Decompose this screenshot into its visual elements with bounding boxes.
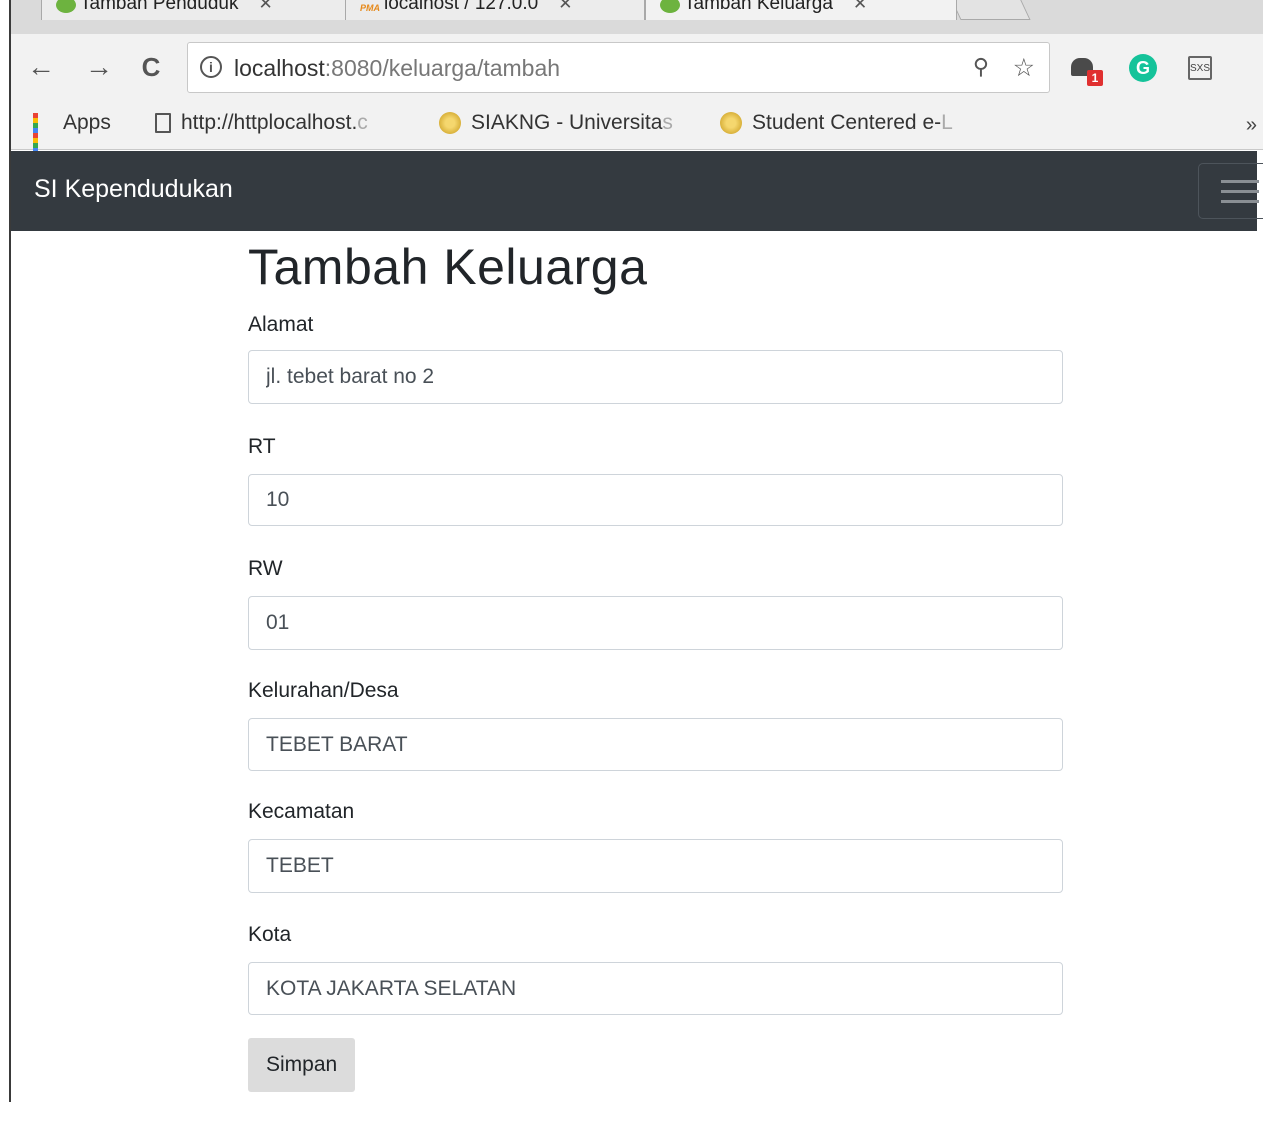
address-bar[interactable]: i localhost:8080/keluarga/tambah ⚲ ☆	[187, 42, 1050, 93]
main-content: Tambah Keluarga Alamat RT RW Kelurahan/D…	[248, 231, 1063, 1092]
university-seal-icon	[439, 112, 461, 134]
star-icon[interactable]: ☆	[1013, 53, 1035, 83]
zoom-icon[interactable]: ⚲	[973, 54, 989, 80]
rw-input[interactable]	[248, 596, 1063, 650]
bookmark-label: Student Centered e-	[752, 111, 942, 134]
kecamatan-label: Kecamatan	[248, 800, 355, 823]
url-host: localhost	[234, 55, 325, 81]
browser-tab-strip: Tambah Penduduk ✕ PMA localhost / 127.0.…	[11, 0, 1263, 34]
browser-tab-tambah-penduduk[interactable]: Tambah Penduduk ✕	[41, 0, 359, 20]
form-group-kota: Kota	[248, 922, 1063, 1015]
navbar-brand[interactable]: SI Kependudukan	[34, 175, 233, 204]
bookmark-label-fade: L	[941, 111, 953, 134]
tab-close-icon[interactable]: ✕	[853, 0, 867, 14]
rw-label: RW	[248, 557, 283, 580]
app-navbar: SI Kependudukan	[11, 151, 1263, 231]
bookmark-scele[interactable]: Student Centered e- L	[720, 111, 953, 135]
tab-title: Tambah Penduduk	[80, 0, 239, 14]
browser-tab-tambah-keluarga[interactable]: Tambah Keluarga ✕	[645, 0, 957, 20]
bookmarks-overflow-icon[interactable]: »	[1246, 114, 1257, 137]
page-icon	[155, 113, 171, 133]
phpmyadmin-icon: PMA	[360, 3, 380, 13]
bookmark-siakng[interactable]: SIAKNG - Universita s	[439, 111, 673, 135]
kelurahan-label: Kelurahan/Desa	[248, 679, 399, 702]
bookmark-label: SIAKNG - Universita	[471, 111, 663, 134]
hamburger-icon	[1221, 180, 1259, 183]
kecamatan-input[interactable]	[248, 839, 1063, 893]
rt-label: RT	[248, 435, 276, 458]
hamburger-icon-bar	[1221, 200, 1259, 203]
bookmark-label: http://httplocalhost.	[181, 111, 358, 134]
bookmark-label-fade: s	[662, 111, 673, 134]
form-group-alamat: Alamat	[248, 312, 1063, 404]
university-seal-icon	[720, 112, 742, 134]
extension-badge: 1	[1087, 70, 1103, 86]
form-group-kecamatan: Kecamatan	[248, 799, 1063, 893]
rt-input[interactable]	[248, 474, 1063, 526]
back-arrow-icon[interactable]: ←	[23, 51, 59, 83]
spring-leaf-icon	[56, 0, 76, 13]
new-tab-button[interactable]	[949, 0, 1031, 20]
tab-close-icon[interactable]: ✕	[258, 0, 272, 14]
grammarly-extension-icon[interactable]: G	[1129, 54, 1157, 82]
ghostery-extension-icon[interactable]: 1	[1069, 54, 1103, 86]
alamat-input[interactable]	[248, 350, 1063, 404]
bookmark-apps[interactable]: Apps	[33, 111, 111, 158]
simpan-button[interactable]: Simpan	[248, 1038, 356, 1092]
bookmark-label: Apps	[63, 111, 111, 134]
form-group-rw: RW	[248, 556, 1063, 650]
kota-input[interactable]	[248, 962, 1063, 1015]
browser-toolbar: ← → C i localhost:8080/keluarga/tambah ⚲…	[11, 34, 1263, 102]
form-group-rt: RT	[248, 434, 1063, 526]
bookmarks-bar: Apps http://httplocalhost. c SIAKNG - Uni…	[11, 102, 1263, 158]
kelurahan-input[interactable]	[248, 718, 1063, 771]
apps-grid-icon	[33, 113, 53, 158]
alamat-label: Alamat	[248, 313, 314, 336]
tab-title: localhost / 127.0.0	[384, 0, 539, 14]
info-icon[interactable]: i	[200, 56, 222, 78]
browser-tab-phpmyadmin[interactable]: PMA localhost / 127.0.0 ✕	[345, 0, 645, 20]
reload-icon[interactable]: C	[133, 51, 169, 83]
kota-label: Kota	[248, 923, 292, 946]
bookmark-label-fade: c	[357, 111, 368, 134]
sxs-extension-icon[interactable]: SXS	[1188, 56, 1212, 80]
spring-leaf-icon	[660, 0, 680, 13]
tab-close-icon[interactable]: ✕	[558, 0, 572, 14]
address-url[interactable]: localhost:8080/keluarga/tambah	[234, 55, 560, 82]
tab-title: Tambah Keluarga	[684, 0, 833, 14]
page-title: Tambah Keluarga	[248, 239, 648, 295]
forward-arrow-icon[interactable]: →	[81, 51, 117, 83]
navbar-toggler-button[interactable]	[1198, 163, 1263, 219]
form-group-kelurahan: Kelurahan/Desa	[248, 678, 1063, 771]
url-path: :8080/keluarga/tambah	[324, 55, 561, 81]
hamburger-icon-bar	[1221, 190, 1259, 193]
bookmark-httplocalhost[interactable]: http://httplocalhost. c	[155, 111, 368, 135]
